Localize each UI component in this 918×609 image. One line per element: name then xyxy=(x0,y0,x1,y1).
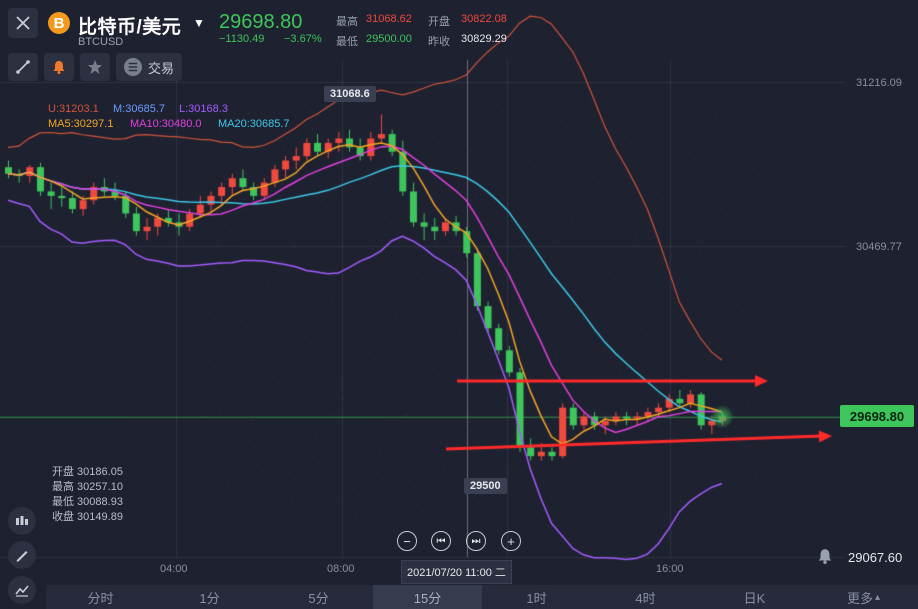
next-button[interactable]: ⏭ xyxy=(466,531,486,551)
drawing-tool-button[interactable] xyxy=(8,53,38,81)
ma5-legend: MA5:30297.1 xyxy=(48,118,114,130)
candles-icon xyxy=(16,516,28,525)
prev-close-label: 昨收 xyxy=(428,36,450,48)
zoom-in-button[interactable]: + xyxy=(501,531,521,551)
high-value: 31068.62 xyxy=(366,13,412,25)
time-axis-tick: 04:00 xyxy=(160,563,188,575)
tab-more-label: 更多 xyxy=(846,590,873,606)
ohlc-open: 开盘 30186.05 xyxy=(52,466,123,478)
low-callout: 29500 xyxy=(464,478,507,494)
favorite-button[interactable] xyxy=(80,53,110,81)
star-icon xyxy=(88,60,102,74)
tab-timeline[interactable]: 分时 xyxy=(46,585,155,609)
draw-button[interactable] xyxy=(8,541,36,569)
instrument-title[interactable]: 比特币/美元 xyxy=(78,12,181,39)
close-button[interactable] xyxy=(8,8,38,38)
tab-4hour[interactable]: 4时 xyxy=(591,585,700,609)
pencil-icon xyxy=(16,551,28,562)
tab-more[interactable]: 更多 ▴ xyxy=(809,585,918,609)
menu-icon: ☰ xyxy=(123,58,142,76)
price-axis-tick: 29067.60 xyxy=(848,550,903,565)
tab-daily[interactable]: 日K xyxy=(700,585,809,609)
ma10-legend: MA10:30480.0 xyxy=(130,118,202,130)
boll-lower-legend: L:30168.3 xyxy=(179,103,228,115)
interval-tab-bar: 分时 1分 5分 15分 1时 4时 日K 更多 ▴ xyxy=(46,585,918,609)
chart-type-button[interactable] xyxy=(8,576,36,604)
chevron-up-icon: ▴ xyxy=(874,591,881,603)
price-axis-tick: 30469.77 xyxy=(856,241,902,253)
ohlc-low: 最低 30088.93 xyxy=(52,496,123,508)
open-label: 开盘 xyxy=(428,16,450,28)
high-callout: 31068.6 xyxy=(324,86,376,102)
instrument-symbol: BTCUSD xyxy=(78,36,124,48)
bitcoin-logo-icon: B xyxy=(48,12,70,34)
time-axis-tick: 08:00 xyxy=(327,563,355,575)
price-chart[interactable] xyxy=(0,0,918,609)
tab-1hour[interactable]: 1时 xyxy=(482,585,591,609)
price-alert-button[interactable] xyxy=(816,547,834,570)
alert-button[interactable] xyxy=(44,53,74,81)
indicator-button[interactable] xyxy=(8,507,36,535)
close-icon xyxy=(16,16,30,30)
tab-15min[interactable]: 15分 xyxy=(373,585,482,609)
high-label: 最高 xyxy=(336,16,358,28)
trade-button[interactable]: ☰ 交易 xyxy=(116,53,182,81)
previous-button[interactable]: ⏮ xyxy=(431,531,451,551)
ohlc-high: 最高 30257.10 xyxy=(52,481,123,493)
open-value: 30822.08 xyxy=(461,13,507,25)
tab-5min[interactable]: 5分 xyxy=(264,585,373,609)
trade-label: 交易 xyxy=(147,60,174,76)
price-axis-tick: 31216.09 xyxy=(856,77,902,89)
zoom-out-button[interactable]: − xyxy=(397,531,417,551)
tab-1min[interactable]: 1分 xyxy=(155,585,264,609)
boll-mid-legend: M:30685.7 xyxy=(113,103,165,115)
chevron-down-icon[interactable]: ▼ xyxy=(193,16,205,30)
ma20-legend: MA20:30685.7 xyxy=(218,118,290,130)
bell-icon xyxy=(53,61,65,74)
pencil-line-icon xyxy=(16,60,30,74)
low-label: 最低 xyxy=(336,36,358,48)
time-axis-tick: 16:00 xyxy=(656,563,684,575)
price-change-percent: −3.67% xyxy=(284,33,322,45)
crosshair-time-label: 2021/07/20 11:00 二 xyxy=(401,560,512,584)
bell-icon xyxy=(818,549,832,564)
ohlc-close: 收盘 30149.89 xyxy=(52,511,123,523)
current-price: 29698.80 xyxy=(219,11,303,33)
low-value: 29500.00 xyxy=(366,33,412,45)
price-change: −1130.49 xyxy=(219,33,265,45)
boll-upper-legend: U:31203.1 xyxy=(48,103,99,115)
prev-close-value: 30829.29 xyxy=(461,33,507,45)
current-price-tag: 29698.80 xyxy=(840,405,914,427)
line-chart-icon xyxy=(15,585,29,597)
